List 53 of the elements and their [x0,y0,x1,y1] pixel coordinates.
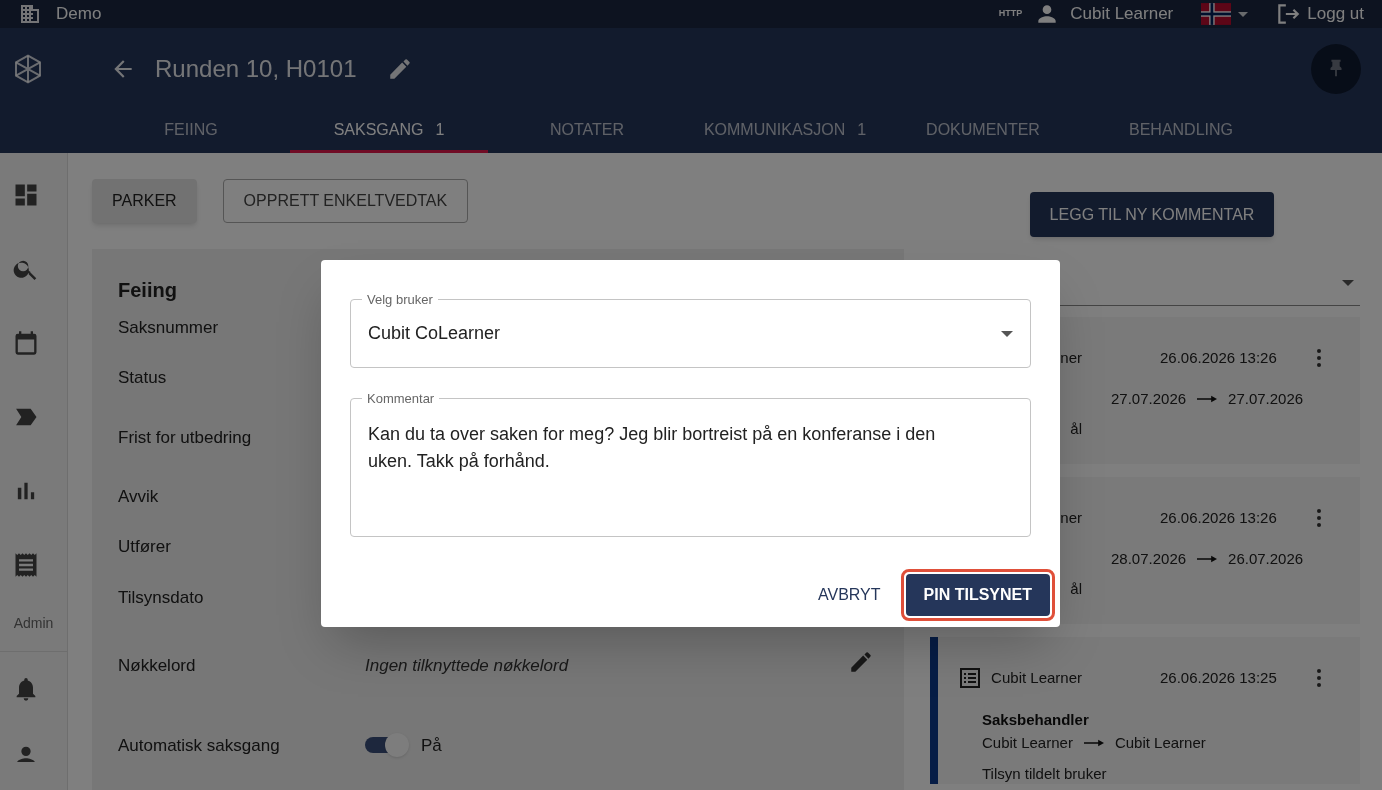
tab[interactable]: DOKUMENTER [884,110,1082,153]
change-line: 27.07.2026 27.07.2026 [1111,388,1305,409]
right-arrow-icon [1196,394,1219,404]
tab[interactable]: BEHANDLING [1082,110,1280,153]
logout-button[interactable]: Logg ut [1275,1,1364,27]
change-heading: Saksbehandler [982,710,1090,730]
comment-time: 26.06.2026 13:26 [1160,507,1277,528]
confirm-button[interactable]: PIN TILSYNET [905,574,1050,616]
comment-note: Tilsyn tildelt bruker [982,764,1108,784]
tab[interactable]: NOTATER [488,110,686,153]
change-line: Cubit Learner Cubit Learner [982,732,1207,753]
caret-icon [1001,330,1013,337]
action-button[interactable]: OPPRETT ENKELTVEDTAK [222,179,469,223]
app-name: Demo [56,3,102,26]
pencil-icon[interactable] [848,649,874,675]
right-arrow-icon [1196,554,1219,564]
comment-time: 26.06.2026 13:25 [1160,667,1277,688]
field-label: Utfører [118,536,172,558]
field-label: Nøkkelord [118,655,197,677]
comment-time: 26.06.2026 13:26 [1160,347,1277,368]
caret-icon [1342,280,1354,286]
field-label: Automatisk saksgang [118,735,281,757]
cancel-button[interactable]: AVBRYT [810,573,889,617]
comment-note: ål [1070,579,1082,599]
tab[interactable]: KOMMUNIKASJON 1 [686,110,884,153]
field-label: Saksnummer [118,317,220,339]
change-line: 28.07.2026 26.07.2026 [1111,548,1305,569]
field-label: Avvik [118,486,160,508]
building-icon [18,2,42,26]
field-label: Status [118,367,168,389]
right-arrow-icon [1082,737,1105,748]
comment-author: Cubit Learner [991,667,1082,688]
field-label: Tilsynsdato [118,587,205,609]
tab[interactable]: SAKSGANG 1 [290,110,488,153]
add-comment-button[interactable]: LEGG TIL NY KOMMENTAR [1029,192,1275,237]
panel-title: Feiing [118,279,177,301]
comment-author: ner [1060,347,1082,368]
section-label: Admin [13,614,54,633]
case-title: Runden 10, H0101 [155,54,357,84]
tab[interactable]: FEIING [92,110,290,153]
norway-flag-icon[interactable] [1201,3,1232,25]
protocol-label: HTTP [998,7,1023,21]
action-button[interactable]: PARKER [92,179,197,223]
field-value: Ingen tilknyttede nøkkelord [365,655,570,677]
comment-note: ål [1070,419,1082,439]
logout-icon [1275,1,1302,27]
comment-author: ner [1060,507,1082,528]
list-icon [958,666,982,690]
user-name: Cubit Learner [1070,3,1174,26]
field-label: Frist for utbedring [118,427,253,449]
toggle-switch[interactable] [365,733,411,757]
toggle-label: På [421,735,442,757]
cube-logo-icon [12,53,44,85]
